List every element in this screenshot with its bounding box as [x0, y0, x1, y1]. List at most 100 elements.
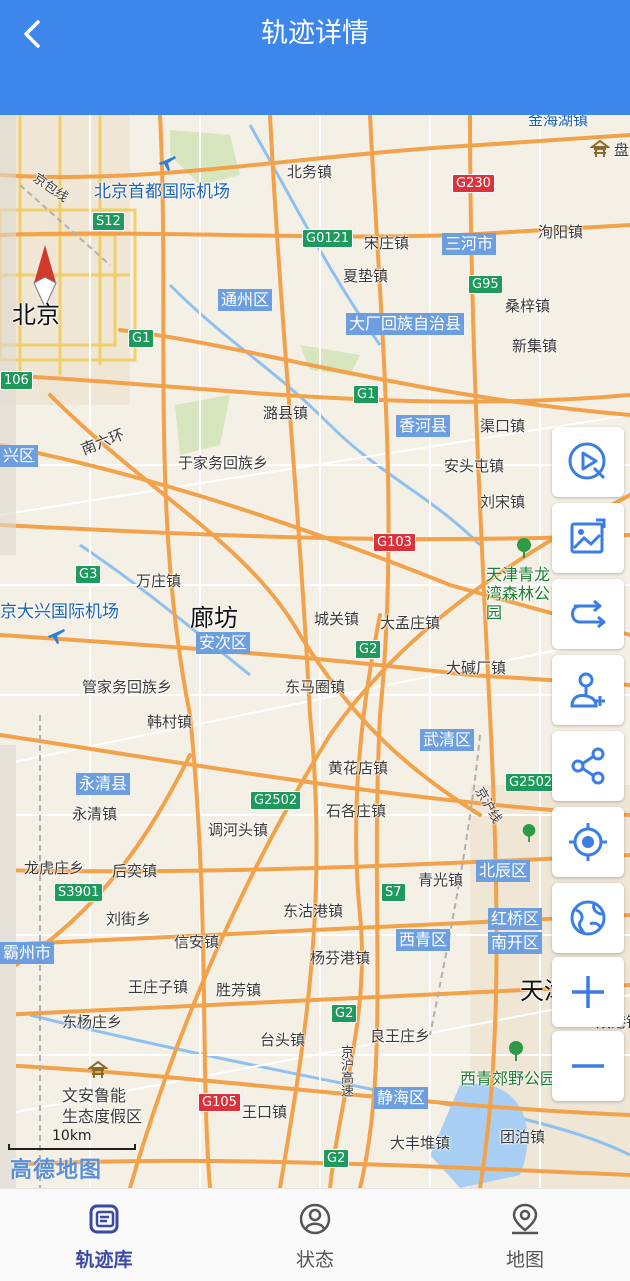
globe-icon — [570, 900, 606, 936]
highway-shield: G2 — [323, 1149, 350, 1168]
place-label: 城关镇 — [314, 610, 360, 628]
place-label: 新集镇 — [512, 337, 558, 355]
place-label: 桑梓镇 — [505, 297, 551, 315]
park-icon — [517, 538, 531, 558]
highway-shield: S7 — [381, 883, 406, 902]
highway-shield: 106 — [0, 371, 33, 390]
resort-icon — [590, 139, 610, 157]
highway-shield: G230 — [452, 174, 495, 193]
route-icon — [571, 599, 606, 629]
road-label: 京沪高速 — [338, 1045, 353, 1097]
highway-shield: G0121 — [302, 229, 354, 248]
highway-shield: S3901 — [54, 883, 104, 902]
place-label: 大碱厂镇 — [446, 659, 507, 677]
place-label: 夏垫镇 — [343, 267, 389, 285]
highway-shield: G95 — [468, 275, 503, 294]
add-person-location-button[interactable] — [552, 655, 624, 725]
person-icon — [299, 1203, 331, 1235]
tab-map[interactable]: 地图 — [455, 1199, 595, 1275]
zoom-in-button[interactable] — [552, 957, 624, 1027]
place-label: 东沽港镇 — [283, 902, 344, 920]
place-label: 黄花店镇 — [328, 759, 389, 777]
user-location-icon — [570, 672, 605, 708]
place-label: 大丰堆镇 — [390, 1134, 451, 1152]
image-export-button[interactable] — [552, 503, 624, 573]
map-view[interactable]: 北京 廊坊 天津 北京首都国际机场 京大兴国际机场 天津青龙湾森林公园 西青郊野… — [0, 115, 630, 1188]
highway-shield: G2502 — [505, 773, 557, 792]
city-label: 廊坊 — [190, 604, 238, 632]
tab-label: 地图 — [505, 1249, 544, 1271]
district-label: 通州区 — [218, 289, 273, 311]
play-track-button[interactable] — [552, 427, 624, 497]
place-label: 安头屯镇 — [444, 457, 505, 475]
highway-shield: G1 — [353, 385, 380, 404]
place-label: 王庄子镇 — [128, 978, 189, 996]
highway-shield: G2502 — [250, 791, 302, 810]
place-label: 团泊镇 — [500, 1128, 546, 1146]
place-label: 龙虎庄乡 — [24, 859, 85, 877]
place-label: 潞县镇 — [263, 404, 309, 422]
place-label: 刘宋镇 — [480, 493, 526, 511]
tab-track-library[interactable]: 轨迹库 — [34, 1199, 174, 1275]
share-button[interactable] — [552, 731, 624, 801]
place-label: 文安鲁能 生态度假区 — [62, 1086, 143, 1126]
highway-shield: G103 — [373, 533, 416, 552]
tab-status[interactable]: 状态 — [245, 1199, 385, 1275]
district-label: 安次区 — [196, 632, 251, 654]
place-label: 北务镇 — [287, 163, 333, 181]
header-bar: 轨迹详情 — [0, 0, 630, 115]
highway-shield: G105 — [198, 1093, 241, 1112]
share-icon — [571, 747, 605, 785]
district-label: 北辰区 — [476, 860, 531, 882]
place-label: 宋庄镇 — [364, 234, 410, 252]
track-library-icon — [89, 1204, 119, 1234]
map-provider-logo: 高德地图 — [10, 1158, 103, 1183]
place-label: 石各庄镇 — [326, 802, 387, 820]
resort-icon — [88, 1060, 108, 1078]
place-label: 杨芬港镇 — [310, 949, 371, 967]
place-label: 大孟庄镇 — [380, 614, 441, 632]
play-track-icon — [568, 442, 606, 480]
scale-bar — [8, 1144, 136, 1150]
place-label: 后奕镇 — [112, 862, 158, 880]
place-label: 王口镇 — [242, 1103, 288, 1121]
district-label: 红桥区 — [488, 908, 543, 930]
highway-shield: S12 — [92, 212, 125, 231]
place-label: 盘 — [614, 141, 630, 159]
place-label: 北京首都国际机场 — [94, 182, 230, 202]
zoom-out-icon — [572, 1064, 604, 1068]
map-scale: 10km — [8, 1128, 138, 1150]
locate-button[interactable] — [552, 807, 624, 877]
route-button[interactable] — [552, 579, 624, 649]
district-label: 兴区 — [0, 445, 39, 467]
highway-shield: G3 — [75, 565, 102, 584]
place-label: 东马圈镇 — [285, 678, 346, 696]
district-label: 香河县 — [396, 415, 451, 437]
place-label: 调河头镇 — [208, 821, 269, 839]
zoom-in-icon — [572, 976, 604, 1008]
place-label: 管家务回族乡 — [82, 678, 173, 696]
airport-icon — [159, 156, 176, 171]
place-label: 胜芳镇 — [216, 981, 262, 999]
map-pin-icon — [512, 1203, 538, 1235]
place-label: 东杨庄乡 — [62, 1013, 123, 1031]
city-label: 北京 — [12, 301, 60, 329]
district-label: 南开区 — [488, 932, 543, 954]
district-label: 霸州市 — [0, 942, 55, 964]
district-label: 三河市 — [442, 233, 497, 255]
place-label: 万庄镇 — [136, 572, 182, 590]
highway-shield: G1 — [128, 329, 155, 348]
zoom-out-button[interactable] — [552, 1031, 624, 1101]
place-label: 京大兴国际机场 — [0, 602, 119, 622]
place-label: 永清镇 — [72, 805, 118, 823]
place-label: 天津青龙湾森林公园 — [486, 565, 551, 622]
tab-label: 状态 — [295, 1249, 334, 1271]
airport-icon — [48, 629, 65, 644]
park-icon — [522, 824, 536, 842]
place-label: 金海湖镇 — [528, 115, 589, 129]
place-label: 良王庄乡 — [370, 1027, 431, 1045]
district-label: 西青区 — [396, 929, 451, 951]
scale-label: 10km — [52, 1128, 92, 1144]
map-layer-button[interactable] — [552, 883, 624, 953]
place-label: 韩村镇 — [147, 713, 193, 731]
